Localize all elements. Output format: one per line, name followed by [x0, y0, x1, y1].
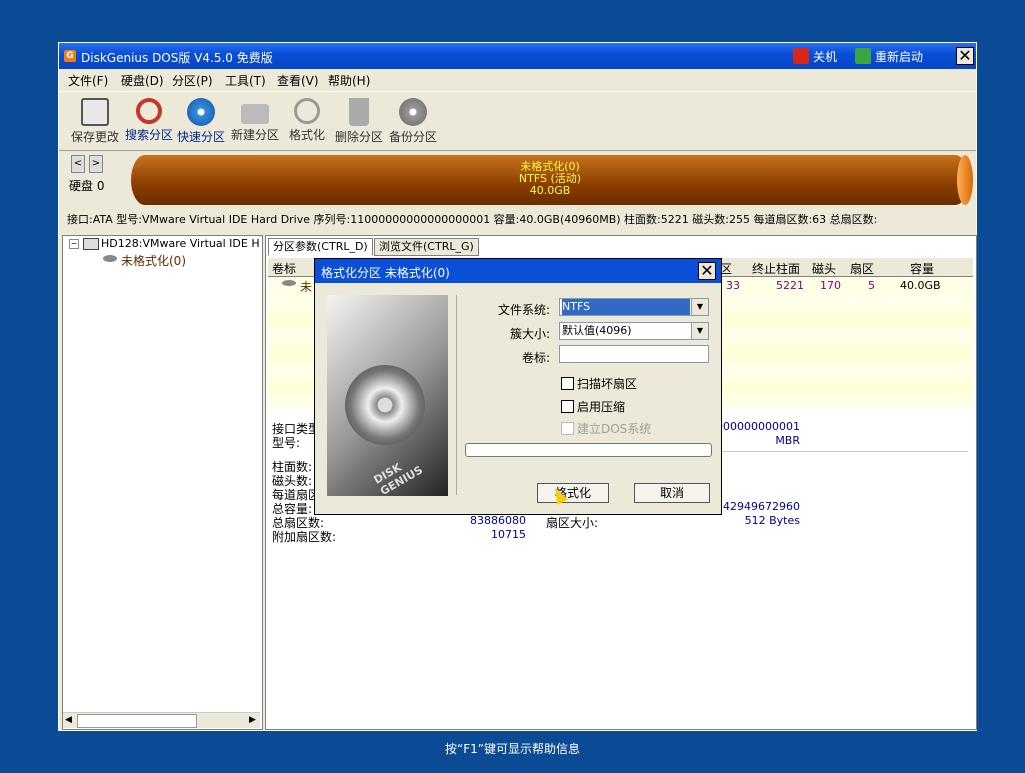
cluster-label: 簇大小:: [509, 327, 550, 341]
hard-disk-platter-icon: [345, 365, 425, 445]
app-logo-icon: G: [64, 50, 76, 62]
checkbox-box[interactable]: [561, 400, 574, 413]
shutdown-button[interactable]: 关机: [793, 47, 837, 65]
cluster-size-select[interactable]: 默认值(4096) ▼: [559, 322, 709, 340]
partition-icon: [103, 255, 117, 262]
chevron-down-icon[interactable]: ▼: [691, 299, 708, 315]
chevron-down-icon[interactable]: ▼: [691, 323, 708, 339]
new-partition-icon: [241, 104, 269, 124]
tree-scrollbar[interactable]: ◀ ▶: [63, 712, 260, 728]
new-partition-button[interactable]: 新建分区: [227, 96, 283, 143]
disk-icon: [83, 238, 99, 250]
filesystem-select[interactable]: NTFS ▼: [559, 298, 709, 316]
format-icon: [294, 98, 320, 124]
partition-icon: [282, 280, 296, 286]
delete-icon: [349, 98, 369, 126]
tab-browse-files[interactable]: 浏览文件(CTRL_G): [374, 238, 479, 256]
cancel-button[interactable]: 取消: [634, 483, 710, 503]
disk-label: 硬盘 0: [69, 179, 105, 193]
quick-partition-icon: [187, 98, 215, 126]
checkbox-box[interactable]: [561, 377, 574, 390]
col-size[interactable]: 容量: [910, 260, 934, 277]
format-progress-bar: [465, 443, 712, 457]
menu-bar: 文件(F) 硬盘(D) 分区(P) 工具(T) 查看(V) 帮助(H): [59, 69, 976, 89]
dialog-title: 格式化分区 未格式化(0): [321, 266, 450, 280]
quick-partition-button[interactable]: 快速分区: [173, 96, 229, 145]
format-dialog: 格式化分区 未格式化(0) ✕ DISK GENIUS 文件系统: NTFS ▼…: [314, 258, 722, 515]
scan-bad-sectors-checkbox[interactable]: 扫描坏扇区: [561, 375, 637, 392]
checkbox-box: [561, 422, 574, 435]
save-icon: [81, 98, 109, 126]
close-button[interactable]: ✕: [956, 47, 974, 65]
format-button[interactable]: 格式化: [279, 96, 335, 143]
backup-partition-button[interactable]: 备份分区: [385, 96, 441, 145]
menu-file[interactable]: 文件(F): [68, 72, 108, 89]
window-title: DiskGenius DOS版 V4.5.0 免费版: [81, 51, 273, 65]
save-changes-button[interactable]: 保存更改: [67, 96, 123, 145]
tree-partition-item[interactable]: 未格式化(0): [121, 252, 186, 269]
tree-disk-item[interactable]: HD128:VMware Virtual IDE H: [101, 237, 261, 250]
disk-tree: − HD128:VMware Virtual IDE H 未格式化(0) ◀ ▶: [62, 235, 263, 730]
enable-compression-checkbox[interactable]: 启用压缩: [561, 398, 625, 415]
prev-disk-button[interactable]: <: [71, 155, 85, 173]
fs-label: 文件系统:: [497, 303, 550, 317]
power-icon: [793, 48, 809, 64]
search-icon: [136, 98, 162, 124]
partition-bar[interactable]: 未格式化(0) NTFS (活动) 40.0GB: [131, 155, 973, 205]
partition-size: 40.0GB: [529, 184, 571, 197]
disk-map: < > 硬盘 0 未格式化(0) NTFS (活动) 40.0GB: [59, 151, 976, 209]
delete-partition-button[interactable]: 删除分区: [331, 96, 387, 145]
title-bar[interactable]: G DiskGenius DOS版 V4.5.0 免费版 关机 重新启动 ✕: [59, 43, 976, 69]
scroll-thumb[interactable]: [77, 714, 197, 728]
dialog-close-button[interactable]: ✕: [698, 262, 716, 280]
col-head[interactable]: 磁头: [812, 260, 836, 277]
dialog-divider: [456, 295, 457, 495]
col-end-cylinder[interactable]: 终止柱面: [752, 260, 800, 277]
menu-help[interactable]: 帮助(H): [328, 72, 370, 89]
tab-partition-params[interactable]: 分区参数(CTRL_D): [268, 238, 373, 256]
menu-disk[interactable]: 硬盘(D): [121, 72, 164, 89]
col-volume[interactable]: 卷标: [272, 260, 296, 277]
search-partition-button[interactable]: 搜索分区: [121, 96, 177, 143]
backup-icon: [399, 98, 427, 126]
volume-label-input[interactable]: [559, 345, 709, 363]
tree-collapse-toggle[interactable]: −: [69, 239, 79, 249]
menu-partition[interactable]: 分区(P): [172, 72, 213, 89]
help-hint: 按“F1”键可显示帮助信息: [445, 742, 580, 756]
restart-icon: [855, 48, 871, 64]
toolbar: 保存更改 搜索分区 快速分区 新建分区 格式化 删除分区 备份分区: [59, 91, 976, 151]
menu-view[interactable]: 查看(V): [277, 72, 319, 89]
menu-tools[interactable]: 工具(T): [225, 72, 266, 89]
divider: [716, 451, 968, 452]
create-dos-system-checkbox: 建立DOS系统: [561, 420, 651, 437]
scroll-right-icon[interactable]: ▶: [249, 715, 256, 725]
scroll-left-icon[interactable]: ◀: [65, 715, 72, 725]
disk-info-line: 接口:ATA 型号:VMware Virtual IDE Hard Drive …: [67, 213, 878, 226]
col-sector[interactable]: 扇区: [850, 260, 874, 277]
volume-label-label: 卷标:: [521, 351, 550, 365]
image-caption: DISK GENIUS: [371, 460, 425, 499]
format-confirm-button[interactable]: 格式化: [537, 483, 609, 503]
dialog-title-bar[interactable]: 格式化分区 未格式化(0) ✕: [315, 259, 721, 283]
disk-genius-image: DISK GENIUS: [327, 295, 448, 499]
restart-button[interactable]: 重新启动: [855, 47, 923, 65]
next-disk-button[interactable]: >: [89, 155, 103, 173]
